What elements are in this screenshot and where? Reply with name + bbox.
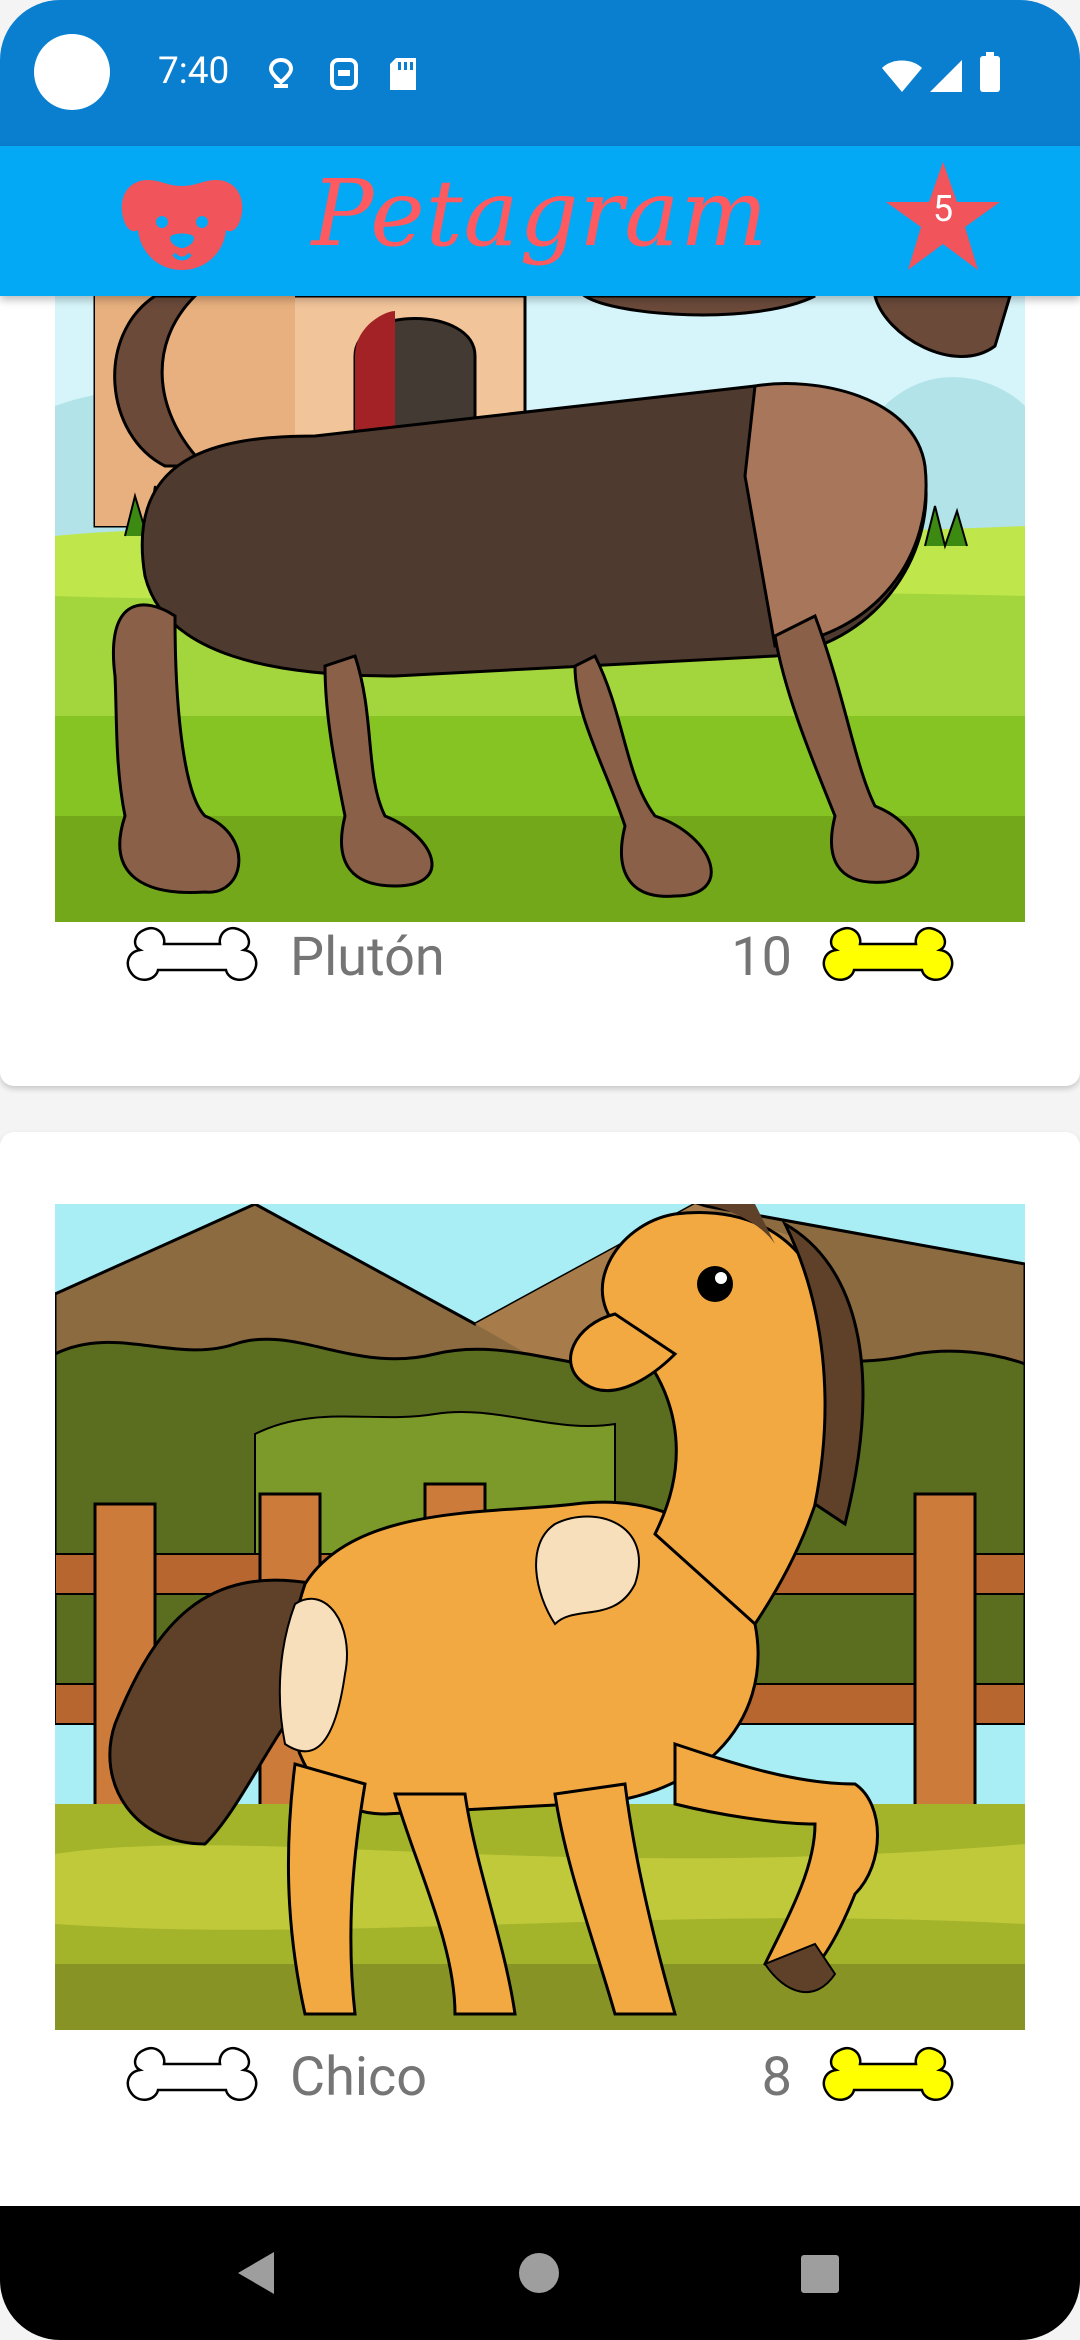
navigation-bar: [0, 2206, 1080, 2340]
cellular-signal-icon: [930, 60, 962, 92]
pet-photo: [55, 296, 1025, 922]
bone-outline-icon[interactable]: [120, 2042, 264, 2114]
pet-name: Plutón: [290, 926, 445, 989]
home-circle-icon[interactable]: [518, 2252, 560, 2294]
back-triangle-icon[interactable]: [236, 2250, 276, 2296]
favorites-count-badge: 5: [932, 188, 954, 230]
bone-outline-icon[interactable]: [120, 922, 264, 994]
battery-icon: [980, 52, 1000, 92]
pet-likes-count: 8: [761, 2046, 792, 2109]
bone-filled-icon: [822, 2047, 954, 2102]
dachshund-illustration: [55, 296, 1025, 922]
status-time: 7:40: [158, 50, 230, 93]
location-pin-icon: [268, 57, 294, 88]
pony-illustration: [55, 1204, 1025, 2030]
pet-photo: [55, 1204, 1025, 2030]
pet-card: Plutón 10: [0, 296, 1080, 1086]
pet-likes-count: 10: [731, 926, 792, 989]
recents-square-icon[interactable]: [800, 2254, 840, 2294]
sim-icon: [330, 58, 358, 90]
pet-card: Chico 8: [0, 1132, 1080, 2206]
pet-name: Chico: [290, 2046, 428, 2109]
status-circle-indicator: [34, 34, 110, 110]
bone-filled-icon: [822, 927, 954, 982]
pet-list[interactable]: Plutón 10 Chico 8: [0, 296, 1080, 2206]
wifi-icon: [882, 60, 922, 92]
status-bar: 7:40: [0, 0, 1080, 146]
sd-card-icon: [390, 58, 416, 90]
